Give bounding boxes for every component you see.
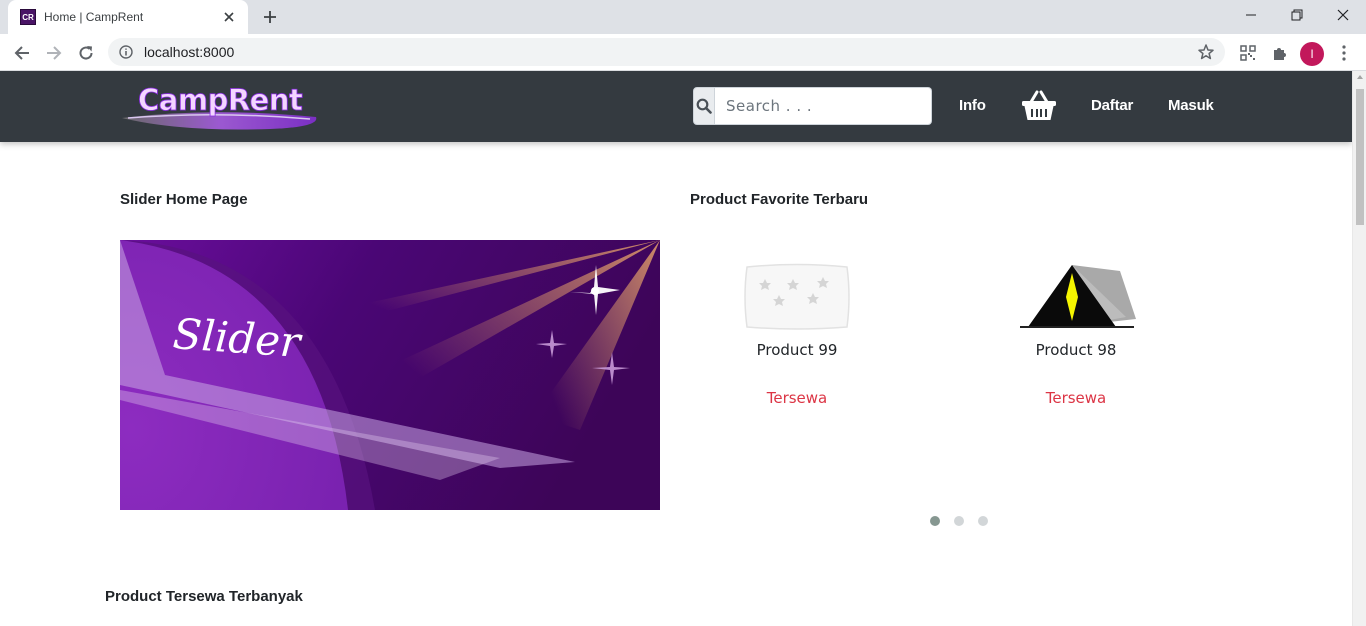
- carousel-dot[interactable]: [978, 516, 988, 526]
- extensions-puzzle-icon[interactable]: [1269, 42, 1291, 64]
- favorites-section-title: Product Favorite Terbaru: [690, 191, 869, 208]
- nav-login-link[interactable]: Masuk: [1168, 97, 1214, 114]
- product-card[interactable]: Product 99 Tersewa: [707, 263, 887, 407]
- site-favicon: CR: [20, 9, 36, 25]
- minimize-icon[interactable]: [1228, 0, 1274, 30]
- url-text: localhost:8000: [144, 44, 235, 60]
- carousel-dot[interactable]: [930, 516, 940, 526]
- tent-icon: [1020, 265, 1136, 328]
- browser-tab[interactable]: CR Home | CampRent: [8, 0, 248, 34]
- new-tab-icon[interactable]: [258, 6, 282, 28]
- search-icon[interactable]: [693, 87, 715, 125]
- nav-register-link[interactable]: Daftar: [1091, 97, 1133, 114]
- site-info-icon[interactable]: [118, 44, 134, 60]
- product-name: Product 98: [1035, 341, 1117, 359]
- tab-title: Home | CampRent: [44, 10, 144, 24]
- back-icon[interactable]: [8, 39, 36, 67]
- product-status: Tersewa: [1045, 389, 1107, 407]
- product-status: Tersewa: [766, 389, 828, 407]
- product-name: Product 99: [756, 341, 838, 359]
- reload-icon[interactable]: [72, 39, 100, 67]
- search-group: [693, 87, 932, 125]
- close-tab-icon[interactable]: [220, 8, 238, 26]
- nav-info-link[interactable]: Info: [959, 97, 986, 114]
- scroll-up-arrow-icon[interactable]: [1357, 75, 1363, 79]
- scrollbar-thumb[interactable]: [1356, 89, 1364, 225]
- most-rented-section-title: Product Tersewa Terbanyak: [105, 588, 303, 605]
- sleeping-bag-icon: [744, 263, 850, 330]
- carousel-dot[interactable]: [954, 516, 964, 526]
- brand-text: CampRent: [138, 83, 303, 117]
- address-bar[interactable]: localhost:8000: [108, 38, 1225, 66]
- home-slider-image[interactable]: Slider: [120, 240, 660, 510]
- slide-caption: Slider: [171, 309, 304, 367]
- profile-avatar[interactable]: I: [1300, 42, 1324, 66]
- browser-toolbar: localhost:8000 I: [0, 34, 1366, 71]
- camprent-logo[interactable]: CampRent: [120, 77, 322, 133]
- shopping-basket-icon[interactable]: [1021, 90, 1057, 122]
- close-window-icon[interactable]: [1320, 0, 1366, 30]
- bookmark-star-icon[interactable]: [1197, 43, 1215, 61]
- product-card[interactable]: Product 98 Tersewa: [986, 263, 1166, 407]
- carousel-indicators: [930, 516, 988, 526]
- page-scrollbar[interactable]: [1352, 71, 1366, 626]
- search-input[interactable]: [715, 87, 932, 125]
- page-viewport: CampRent Info Daftar Masuk Slider Home P…: [0, 71, 1366, 626]
- forward-icon[interactable]: [40, 39, 68, 67]
- slider-section-title: Slider Home Page: [120, 191, 248, 208]
- menu-kebab-icon[interactable]: [1333, 42, 1355, 64]
- site-navbar: CampRent Info Daftar Masuk: [0, 71, 1352, 142]
- qr-code-icon[interactable]: [1237, 42, 1259, 64]
- restore-icon[interactable]: [1274, 0, 1320, 30]
- browser-tabstrip: CR Home | CampRent: [0, 0, 1366, 34]
